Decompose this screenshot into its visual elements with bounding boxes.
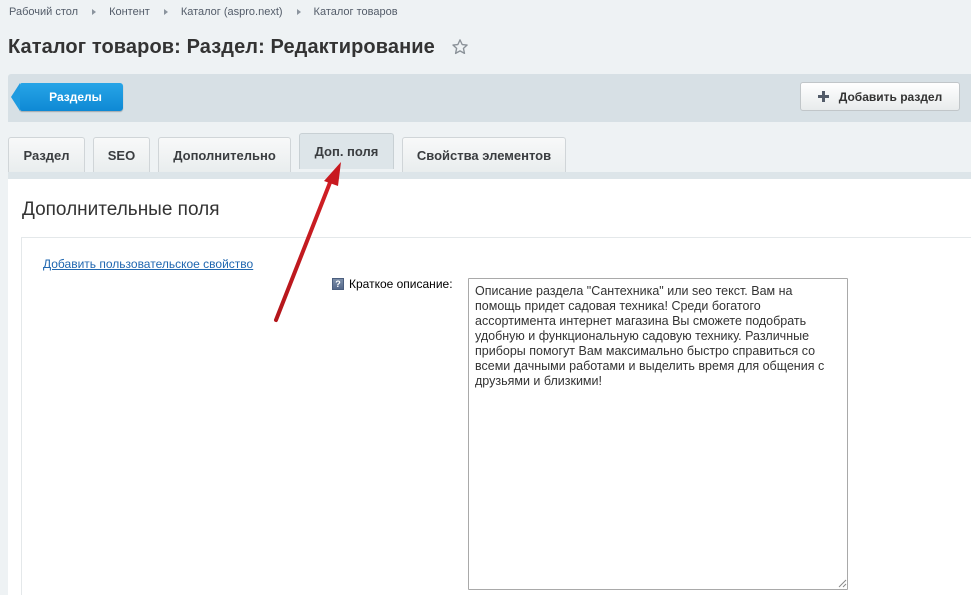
breadcrumb-item-products[interactable]: Каталог товаров [314, 6, 398, 18]
star-icon[interactable] [451, 38, 469, 56]
toolbar: Разделы Добавить раздел [8, 74, 971, 122]
breadcrumb: Рабочий стол Контент Каталог (aspro.next… [9, 5, 398, 19]
tab-bar: Раздел SEO Дополнительно Доп. поля Свойс… [8, 133, 574, 172]
sections-button[interactable]: Разделы [11, 83, 123, 111]
tab-label: Дополнительно [173, 147, 276, 163]
tab-label: SEO [107, 147, 136, 163]
short-description-label: Краткое описание: [349, 277, 453, 291]
page-title: Каталог товаров: Раздел: Редактирование [8, 35, 435, 58]
section-title: Дополнительные поля [22, 199, 220, 220]
short-description-textarea[interactable]: Описание раздела "Сантехника" или seo те… [468, 278, 848, 590]
breadcrumb-item-content[interactable]: Контент [109, 6, 150, 18]
tab-extra-fields[interactable]: Доп. поля [299, 133, 394, 169]
breadcrumb-separator-icon [163, 9, 168, 15]
content-panel: Дополнительные поля Добавить пользовател… [8, 172, 971, 595]
sections-button-label: Разделы [49, 90, 102, 104]
breadcrumb-separator-icon [296, 9, 301, 15]
tab-seo[interactable]: SEO [93, 137, 150, 172]
breadcrumb-separator-icon [92, 9, 97, 15]
tab-label: Доп. поля [314, 144, 379, 159]
field-label-row: ? Краткое описание: [332, 277, 453, 291]
plus-icon [817, 91, 829, 102]
help-icon[interactable]: ? [332, 278, 344, 290]
add-user-property-link[interactable]: Добавить пользовательское свойство [43, 257, 253, 271]
tab-element-properties[interactable]: Свойства элементов [402, 137, 566, 172]
fields-area: Добавить пользовательское свойство ? Кра… [21, 237, 971, 595]
tab-additional[interactable]: Дополнительно [158, 137, 291, 172]
resize-grip-icon[interactable] [837, 578, 847, 588]
tab-label: Свойства элементов [416, 147, 552, 163]
breadcrumb-item-catalog[interactable]: Каталог (aspro.next) [181, 6, 283, 18]
tab-label: Раздел [23, 147, 70, 163]
tab-section[interactable]: Раздел [8, 137, 85, 172]
breadcrumb-item-desktop[interactable]: Рабочий стол [9, 6, 78, 18]
add-section-button-label: Добавить раздел [838, 89, 943, 104]
page-header: Каталог товаров: Раздел: Редактирование [8, 34, 469, 60]
add-section-button[interactable]: Добавить раздел [800, 82, 960, 111]
